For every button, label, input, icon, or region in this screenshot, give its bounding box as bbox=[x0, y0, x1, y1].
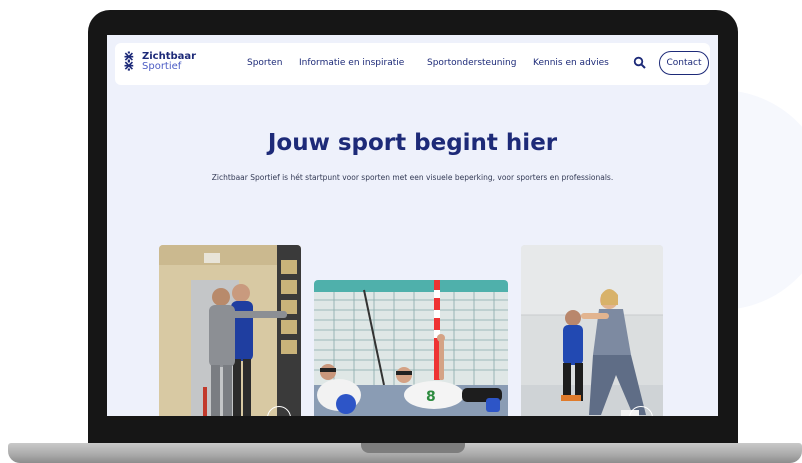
sport-photo-3 bbox=[521, 245, 663, 416]
nav-item-informatie[interactable]: Informatie en inspiratie bbox=[299, 58, 404, 68]
sport-photo-2: 8 bbox=[314, 280, 508, 416]
sport-card-2[interactable]: 8 bbox=[314, 280, 508, 416]
search-icon[interactable] bbox=[633, 56, 647, 70]
contact-button[interactable]: Contact bbox=[659, 51, 709, 75]
page-subtitle: Zichtbaar Sportief is hét startpunt voor… bbox=[211, 173, 614, 182]
nav-item-sporten[interactable]: Sporten bbox=[247, 58, 282, 68]
nav-item-sportondersteuning[interactable]: Sportondersteuning bbox=[427, 58, 516, 68]
sport-photo-1 bbox=[159, 245, 301, 416]
logo-text-line2: Sportief bbox=[142, 61, 182, 72]
navbar: ⋇ ⋇ Zichtbaar Sportief Sporten Informatie… bbox=[115, 43, 710, 85]
website-screen: ⋇ ⋇ Zichtbaar Sportief Sporten Informatie… bbox=[107, 35, 718, 416]
sport-card-1[interactable] bbox=[159, 245, 301, 416]
logo-mark-icon: ⋇ ⋇ bbox=[123, 49, 135, 74]
laptop-notch bbox=[361, 443, 465, 453]
svg-text:8: 8 bbox=[426, 389, 436, 405]
logo[interactable]: ⋇ ⋇ Zichtbaar Sportief bbox=[123, 49, 196, 74]
sport-card-3[interactable] bbox=[521, 245, 663, 416]
nav-item-kennis[interactable]: Kennis en advies bbox=[533, 58, 609, 68]
page-title: Jouw sport begint hier bbox=[267, 130, 558, 156]
